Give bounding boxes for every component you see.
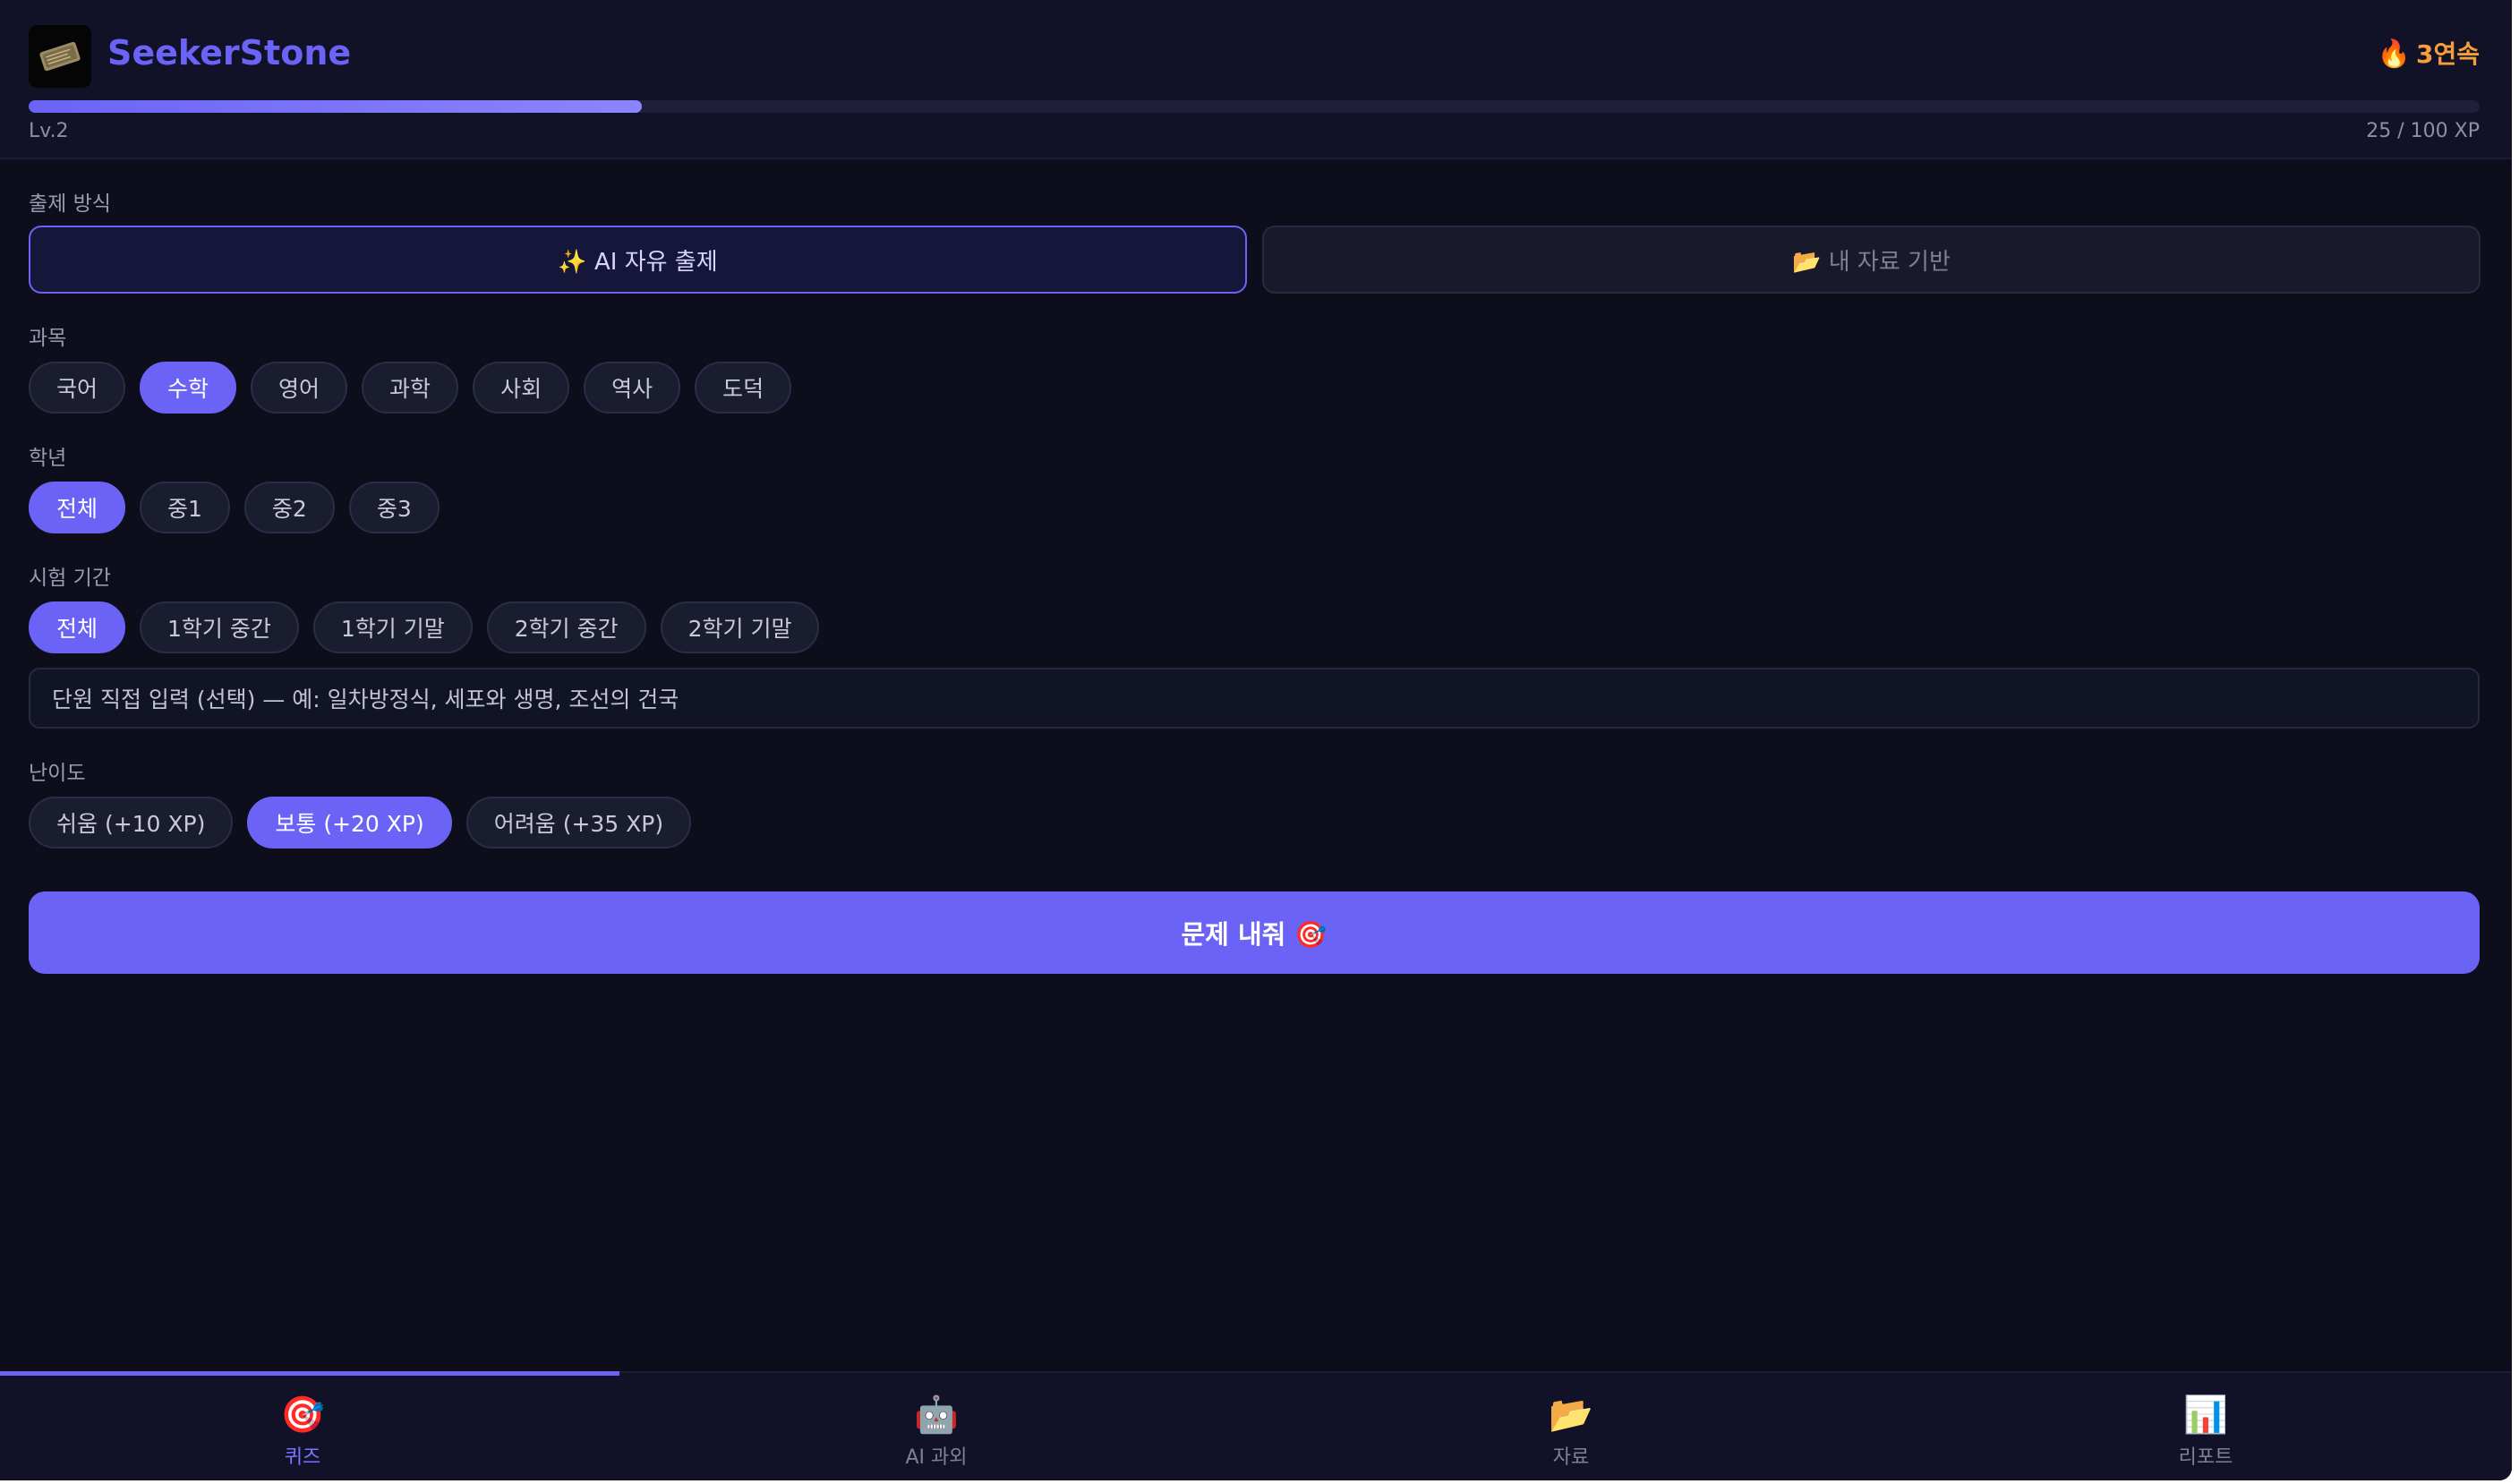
grade-section-label: 학년 — [29, 447, 67, 470]
app-window: SeekerStone 🔥 3연속 Lv.2 25 / 100 XP 출제 방식 … — [0, 0, 2512, 1480]
nav-tab-report[interactable]: 📊 리포트 — [2071, 1393, 2340, 1470]
xp-progress-fill — [29, 100, 642, 113]
xp-text: 25 / 100 XP — [2366, 120, 2480, 142]
active-tab-indicator — [0, 1371, 619, 1376]
grade-option[interactable]: 중2 — [243, 482, 335, 533]
streak-counter: 🔥 3연속 — [2378, 30, 2480, 79]
difficulty-options: 쉬움 (+10 XP) 보통 (+20 XP) 어려움 (+35 XP) — [29, 797, 692, 849]
difficulty-option[interactable]: 어려움 (+35 XP) — [465, 797, 692, 849]
subject-option[interactable]: 역사 — [584, 362, 681, 414]
generate-question-button[interactable]: 문제 내줘 🎯 — [29, 891, 2480, 974]
exam-period-option[interactable]: 전체 — [29, 601, 126, 653]
app-title: SeekerStone — [107, 33, 352, 72]
subject-option[interactable]: 국어 — [29, 362, 126, 414]
app-logo — [29, 25, 91, 88]
ai-free-mode-button[interactable]: ✨ AI 자유 출제 — [29, 226, 1247, 294]
robot-icon: 🤖 — [914, 1394, 959, 1436]
level-label: Lv.2 — [29, 120, 69, 142]
my-materials-mode-button[interactable]: 📂 내 자료 기반 — [1262, 226, 2481, 294]
subject-option[interactable]: 도덕 — [695, 362, 792, 414]
subject-option[interactable]: 과학 — [362, 362, 459, 414]
streak-text: 3연속 — [2415, 39, 2480, 69]
flame-icon: 🔥 — [2377, 38, 2411, 70]
difficulty-option[interactable]: 보통 (+20 XP) — [247, 797, 452, 849]
exam-period-options: 전체 1학기 중간 1학기 기말 2학기 중간 2학기 기말 — [29, 601, 820, 653]
exam-period-option[interactable]: 2학기 중간 — [486, 601, 646, 653]
xp-progress-bar — [29, 100, 2480, 113]
exam-section-label: 시험 기간 — [29, 567, 111, 590]
unit-input[interactable]: 단원 직접 입력 (선택) — 예: 일차방정식, 세포와 생명, 조선의 건국 — [29, 668, 2480, 729]
subject-section-label: 과목 — [29, 327, 67, 350]
difficulty-section-label: 난이도 — [29, 762, 86, 785]
nav-tab-label: 자료 — [1552, 1446, 1590, 1469]
nav-tab-ai-tutor[interactable]: 🤖 AI 과외 — [802, 1393, 1071, 1470]
nav-tab-label: 퀴즈 — [284, 1446, 321, 1469]
nav-tab-label: AI 과외 — [905, 1446, 968, 1469]
folder-icon: 📂 — [1549, 1394, 1593, 1436]
nav-tab-quiz[interactable]: 🎯 퀴즈 — [168, 1393, 437, 1470]
exam-period-option[interactable]: 2학기 기말 — [660, 601, 820, 653]
grade-option[interactable]: 중3 — [348, 482, 440, 533]
grade-options: 전체 중1 중2 중3 — [29, 482, 440, 533]
grade-option[interactable]: 전체 — [29, 482, 126, 533]
nav-tab-label: 리포트 — [2178, 1446, 2233, 1469]
subject-options: 국어 수학 영어 과학 사회 역사 도덕 — [29, 362, 792, 414]
difficulty-option[interactable]: 쉬움 (+10 XP) — [29, 797, 234, 849]
mode-section-label: 출제 방식 — [29, 192, 111, 216]
subject-option[interactable]: 수학 — [140, 362, 237, 414]
subject-option[interactable]: 사회 — [473, 362, 570, 414]
subject-option[interactable]: 영어 — [251, 362, 348, 414]
bottom-navigation: 🎯 퀴즈 🤖 AI 과외 📂 자료 📊 리포트 — [0, 1371, 2512, 1480]
exam-period-option[interactable]: 1학기 기말 — [312, 601, 473, 653]
nav-tab-materials[interactable]: 📂 자료 — [1437, 1393, 1705, 1470]
grade-option[interactable]: 중1 — [140, 482, 230, 533]
stone-logo-icon — [29, 25, 91, 88]
target-icon: 🎯 — [280, 1394, 325, 1436]
chart-icon: 📊 — [2183, 1394, 2228, 1436]
exam-period-option[interactable]: 1학기 중간 — [140, 601, 299, 653]
header: SeekerStone 🔥 3연속 Lv.2 25 / 100 XP — [0, 0, 2512, 159]
